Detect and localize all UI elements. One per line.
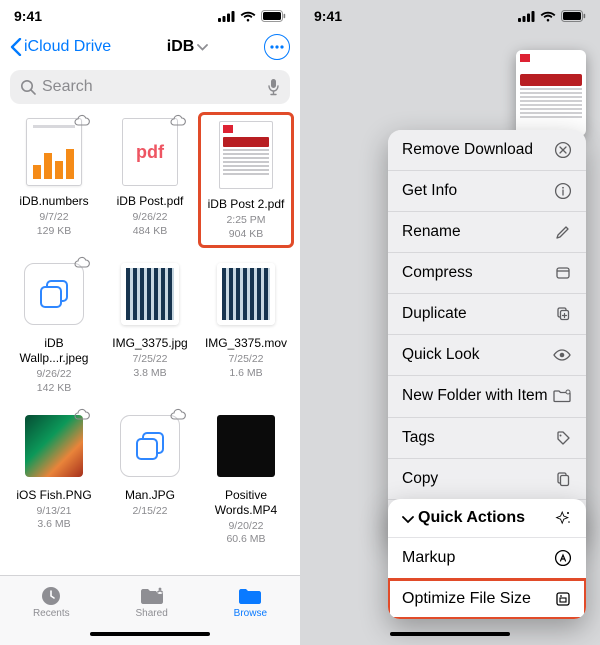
- file-name: iOS Fish.PNG: [16, 488, 91, 503]
- file-name: iDB Post.pdf: [117, 194, 184, 209]
- phone-left: 9:41 iCloud Drive iDB Search: [0, 0, 300, 645]
- menu-quick-look[interactable]: Quick Look: [388, 335, 586, 376]
- status-time: 9:41: [314, 8, 342, 24]
- cloud-icon: [74, 256, 90, 268]
- menu-duplicate[interactable]: Duplicate: [388, 294, 586, 335]
- file-name: Positive Words.MP4: [202, 488, 290, 518]
- file-name: IMG_3375.mov: [205, 336, 287, 351]
- phone-right: 9:41 Remove Download Get Info: [300, 0, 600, 645]
- file-item[interactable]: iOS Fish.PNG 9/13/213.6 MB: [10, 410, 98, 547]
- file-name: IMG_3375.jpg: [112, 336, 187, 351]
- optimize-icon: [554, 590, 572, 608]
- file-item-highlighted[interactable]: iDB Post 2.pdf 2:25 PM904 KB: [202, 116, 290, 244]
- tag-icon: [554, 429, 572, 447]
- chevron-left-icon: [10, 38, 22, 56]
- home-indicator: [0, 627, 300, 645]
- status-bar: 9:41: [0, 0, 300, 28]
- nav-bar: iCloud Drive iDB: [0, 28, 300, 66]
- microphone-icon[interactable]: [267, 78, 280, 96]
- status-bar: 9:41: [300, 0, 600, 28]
- menu-get-info[interactable]: Get Info: [388, 171, 586, 212]
- file-item[interactable]: IMG_3375.jpg 7/25/223.8 MB: [106, 258, 194, 395]
- wifi-icon: [240, 11, 256, 22]
- more-button[interactable]: [264, 34, 290, 60]
- file-item[interactable]: Positive Words.MP4 9/20/2260.6 MB: [202, 410, 290, 547]
- file-grid: iDB.numbers 9/7/22129 KB pdf iDB Post.pd…: [0, 110, 300, 575]
- sparkle-icon: [554, 509, 572, 527]
- battery-icon: [561, 10, 586, 22]
- info-icon: [554, 182, 572, 200]
- image-thumbnail-icon: [25, 415, 83, 477]
- search-placeholder: Search: [42, 78, 261, 96]
- search-icon: [20, 79, 36, 95]
- back-label: iCloud Drive: [24, 38, 111, 56]
- quick-actions-panel: Quick Actions Markup Optimize File Size: [388, 499, 586, 619]
- file-item[interactable]: iDB.numbers 9/7/22129 KB: [10, 116, 98, 244]
- pencil-icon: [554, 223, 572, 241]
- quick-action-optimize-highlighted[interactable]: Optimize File Size: [388, 579, 586, 619]
- folder-title: iDB: [167, 38, 195, 56]
- menu-remove-download[interactable]: Remove Download: [388, 130, 586, 171]
- status-icons: [218, 10, 286, 22]
- file-item[interactable]: iDB Wallp...r.jpeg 9/26/22142 KB: [10, 258, 98, 395]
- file-item[interactable]: IMG_3375.mov 7/25/221.6 MB: [202, 258, 290, 395]
- image-stack-thumbnail-icon: [120, 415, 180, 477]
- file-name: iDB Wallp...r.jpeg: [10, 336, 98, 366]
- duplicate-icon: [554, 305, 572, 323]
- folder-plus-icon: [552, 388, 572, 404]
- folder-shared-icon: [139, 585, 165, 607]
- chevron-down-icon: [402, 516, 414, 524]
- quick-actions-header[interactable]: Quick Actions: [388, 499, 586, 538]
- remove-download-icon: [554, 141, 572, 159]
- chevron-down-icon: [197, 44, 208, 51]
- back-button[interactable]: iCloud Drive: [10, 38, 111, 56]
- file-item[interactable]: Man.JPG 2/15/22: [106, 410, 194, 547]
- markup-icon: [554, 549, 572, 567]
- file-preview: [516, 50, 586, 136]
- menu-new-folder[interactable]: New Folder with Item: [388, 376, 586, 418]
- file-name: iDB.numbers: [19, 194, 88, 209]
- cloud-icon: [74, 408, 90, 420]
- file-name: Man.JPG: [125, 488, 175, 503]
- status-time: 9:41: [14, 8, 42, 24]
- copy-icon: [554, 470, 572, 488]
- clock-icon: [39, 585, 63, 607]
- pdf-doc-thumbnail-icon: [219, 121, 273, 189]
- tab-browse[interactable]: Browse: [234, 585, 267, 619]
- status-icons: [518, 10, 586, 22]
- tab-bar: Recents Shared Browse: [0, 575, 300, 627]
- pdf-thumbnail-icon: pdf: [122, 118, 178, 186]
- archive-icon: [554, 264, 572, 282]
- cloud-icon: [170, 408, 186, 420]
- menu-compress[interactable]: Compress: [388, 253, 586, 294]
- cloud-icon: [74, 114, 90, 126]
- menu-rename[interactable]: Rename: [388, 212, 586, 253]
- folder-icon: [237, 585, 263, 607]
- ellipsis-icon: [270, 45, 284, 49]
- battery-icon: [261, 10, 286, 22]
- menu-tags[interactable]: Tags: [388, 418, 586, 459]
- video-thumbnail-icon: [217, 263, 275, 325]
- numbers-thumbnail-icon: [26, 118, 82, 186]
- cloud-icon: [170, 114, 186, 126]
- tab-shared[interactable]: Shared: [136, 585, 168, 619]
- home-indicator: [300, 627, 600, 645]
- file-name: iDB Post 2.pdf: [208, 197, 285, 212]
- image-thumbnail-icon: [121, 263, 179, 325]
- quick-action-markup[interactable]: Markup: [388, 538, 586, 579]
- menu-copy[interactable]: Copy: [388, 459, 586, 500]
- nav-title[interactable]: iDB: [167, 38, 209, 56]
- image-stack-thumbnail-icon: [24, 263, 84, 325]
- video-thumbnail-icon: [217, 415, 275, 477]
- tab-recents[interactable]: Recents: [33, 585, 70, 619]
- context-menu: Remove Download Get Info Rename Compress…: [388, 130, 586, 540]
- file-item[interactable]: pdf iDB Post.pdf 9/26/22484 KB: [106, 116, 194, 244]
- wifi-icon: [540, 11, 556, 22]
- cellular-icon: [518, 11, 535, 22]
- eye-icon: [552, 348, 572, 362]
- search-input[interactable]: Search: [10, 70, 290, 104]
- cellular-icon: [218, 11, 235, 22]
